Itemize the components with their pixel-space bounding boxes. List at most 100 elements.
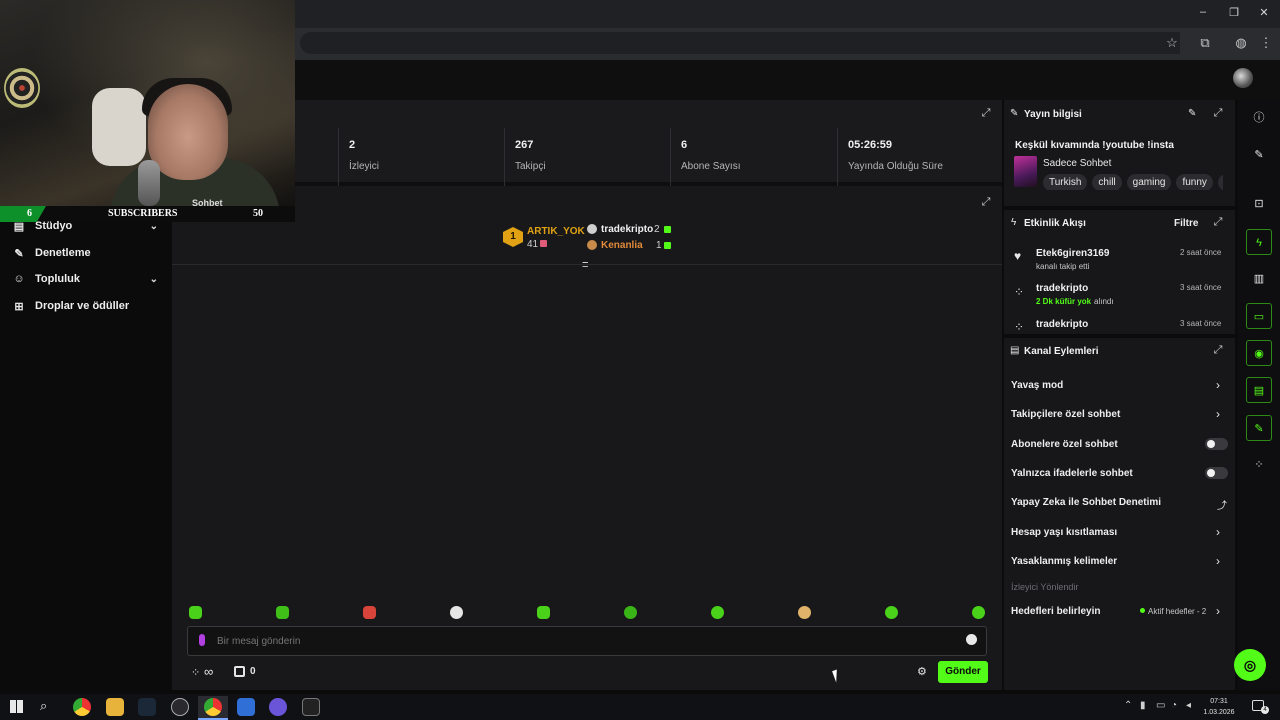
tag[interactable]: T [1217,174,1223,190]
screen-icon[interactable]: ⊡ [1246,191,1272,217]
avatar[interactable] [1233,68,1253,88]
action-ai-moderation[interactable]: Yapay Zeka ile Sohbet Denetimi [1011,497,1161,508]
search-icon[interactable]: ⌕ [40,698,47,714]
action-set-goals[interactable]: Hedefleri belirleyin [1011,606,1100,617]
chat-settings-icon[interactable]: ⚙ [917,665,927,678]
notes-icon[interactable]: ▥ [1246,266,1272,292]
star-icon[interactable]: ☆ [1162,33,1182,53]
external-link-icon[interactable]: ⤴ [1217,497,1227,512]
edit-icon[interactable]: ✎ [1246,142,1272,168]
app-icon[interactable] [237,698,255,716]
obs-icon[interactable] [171,698,189,716]
expand-icon[interactable]: ⤢ [1211,107,1225,120]
action-slow-mode[interactable]: Yavaş mod [1011,380,1063,391]
address-bar[interactable] [300,32,1180,54]
channel-points-icon[interactable]: ⁘ [191,666,200,679]
info-icon[interactable]: ⓘ [1246,105,1272,131]
lightning-icon[interactable]: ϟ [1246,229,1272,255]
lightning-icon: ϟ [1011,217,1017,228]
sidebar-item-drops[interactable]: ⊞ Droplar ve ödüller [0,293,172,319]
leader-third-name[interactable]: Kenanlia [601,240,643,251]
action-account-age[interactable]: Hesap yaşı kısıtlaması [1011,527,1117,538]
expand-icon[interactable]: ⤢ [979,107,993,120]
emote-icon[interactable] [798,606,811,619]
emote-icon[interactable] [537,606,550,619]
event-user[interactable]: tradekripto [1036,283,1088,294]
profile-icon[interactable]: ◍ [1231,33,1251,53]
tag[interactable]: Turkish [1043,174,1088,190]
emote-icon[interactable] [189,606,202,619]
chevron-right-icon[interactable]: › [1216,525,1220,539]
sidebar-item-moderation[interactable]: ✎ Denetleme [0,240,172,266]
tag-list: TurkishchillgamingfunnyT [1043,172,1223,190]
extensions-icon[interactable]: ⧉ [1195,33,1215,53]
chevron-right-icon[interactable]: › [1216,378,1220,392]
expand-icon[interactable]: ⤢ [1211,216,1225,229]
activity-title: Etkinlik Akışı [1024,218,1086,229]
chrome-icon[interactable] [73,698,91,716]
mic-icon[interactable]: ▮ [1140,700,1146,711]
file-explorer-icon[interactable] [106,698,124,716]
store-icon[interactable] [234,666,245,677]
broadcast-icon[interactable]: ◉ [1246,340,1272,366]
discord-icon[interactable] [269,698,287,716]
category-name[interactable]: Sadece Sohbet [1043,158,1111,169]
action-followers-only[interactable]: Takipçilere özel sohbet [1011,409,1120,420]
emote-icon[interactable] [450,606,463,619]
steam-icon[interactable] [138,698,156,716]
gift-icon [540,240,547,247]
filter-button[interactable]: Filtre [1174,218,1198,229]
stat-viewers: 2 İzleyici [338,128,504,186]
subscribers-only-toggle[interactable] [1205,438,1228,450]
volume-icon[interactable]: ◂ [1186,700,1191,711]
tag[interactable]: gaming [1126,174,1172,190]
sidebar-item-community[interactable]: ☺ Topluluk ⌄ [0,266,172,292]
close-window-button[interactable]: ✕ [1254,6,1274,19]
action-banned-words[interactable]: Yasaklanmış kelimeler [1011,556,1117,567]
support-button[interactable]: ◎ [1234,649,1266,681]
chevron-right-icon[interactable]: › [1216,554,1220,568]
windows-start-icon[interactable] [10,700,23,713]
category-thumbnail[interactable] [1014,156,1037,187]
event-user[interactable]: Etek6giren3169 [1036,248,1109,259]
send-button[interactable]: Gönder [938,661,988,683]
restore-button[interactable]: ❐ [1224,6,1244,19]
points-icon[interactable]: ⁘ [1246,452,1272,478]
tag[interactable]: funny [1176,174,1213,190]
leader-first-name[interactable]: ARTIK_YOK [527,226,585,237]
chat-icon[interactable]: ▭ [1246,303,1272,329]
emote-icon[interactable] [276,606,289,619]
mic-icon[interactable] [199,634,205,646]
expand-icon[interactable]: ⤢ [1211,344,1225,357]
chat-popout-icon[interactable]: ⤢ [979,196,993,209]
emote-icon[interactable] [624,606,637,619]
emote-icon[interactable] [711,606,724,619]
display-icon[interactable]: ▭ [1156,700,1165,711]
emote-icon[interactable] [363,606,376,619]
menu-icon[interactable]: ⋮ [1256,33,1276,53]
epic-games-icon[interactable] [302,698,320,716]
collapse-leaderboard-icon[interactable]: ≡ [582,259,588,271]
minimize-button[interactable]: – [1193,6,1213,18]
leader-second-name[interactable]: tradekripto [601,224,653,235]
chevron-right-icon[interactable]: › [1216,604,1220,618]
stat-subscribers: 6 Abone Sayısı [670,128,837,186]
emote-only-toggle[interactable] [1205,467,1228,479]
sidebar-item-studio[interactable]: ▤ Stüdyo ⌄ [0,213,172,239]
silver-medal-icon [587,224,597,234]
chevron-right-icon[interactable]: › [1216,407,1220,421]
emote-icon[interactable] [885,606,898,619]
event-user[interactable]: tradekripto [1036,319,1088,330]
emote-icon[interactable] [972,606,985,619]
network-icon[interactable]: ◔ [1171,700,1177,711]
emoji-picker-icon[interactable] [966,634,977,645]
chrome-icon[interactable] [204,698,222,716]
actions-icon: ▤ [1010,345,1020,356]
system-clock[interactable]: 07:31 1.03.2026 [1196,696,1242,718]
wrench-icon[interactable]: ✎ [1246,415,1272,441]
tray-chevron-icon[interactable]: ⌃ [1124,700,1132,711]
tag[interactable]: chill [1092,174,1122,190]
actions-icon[interactable]: ▤ [1246,377,1272,403]
chat-message-input[interactable] [217,630,947,652]
edit-icon[interactable]: ✎ [1188,108,1196,119]
